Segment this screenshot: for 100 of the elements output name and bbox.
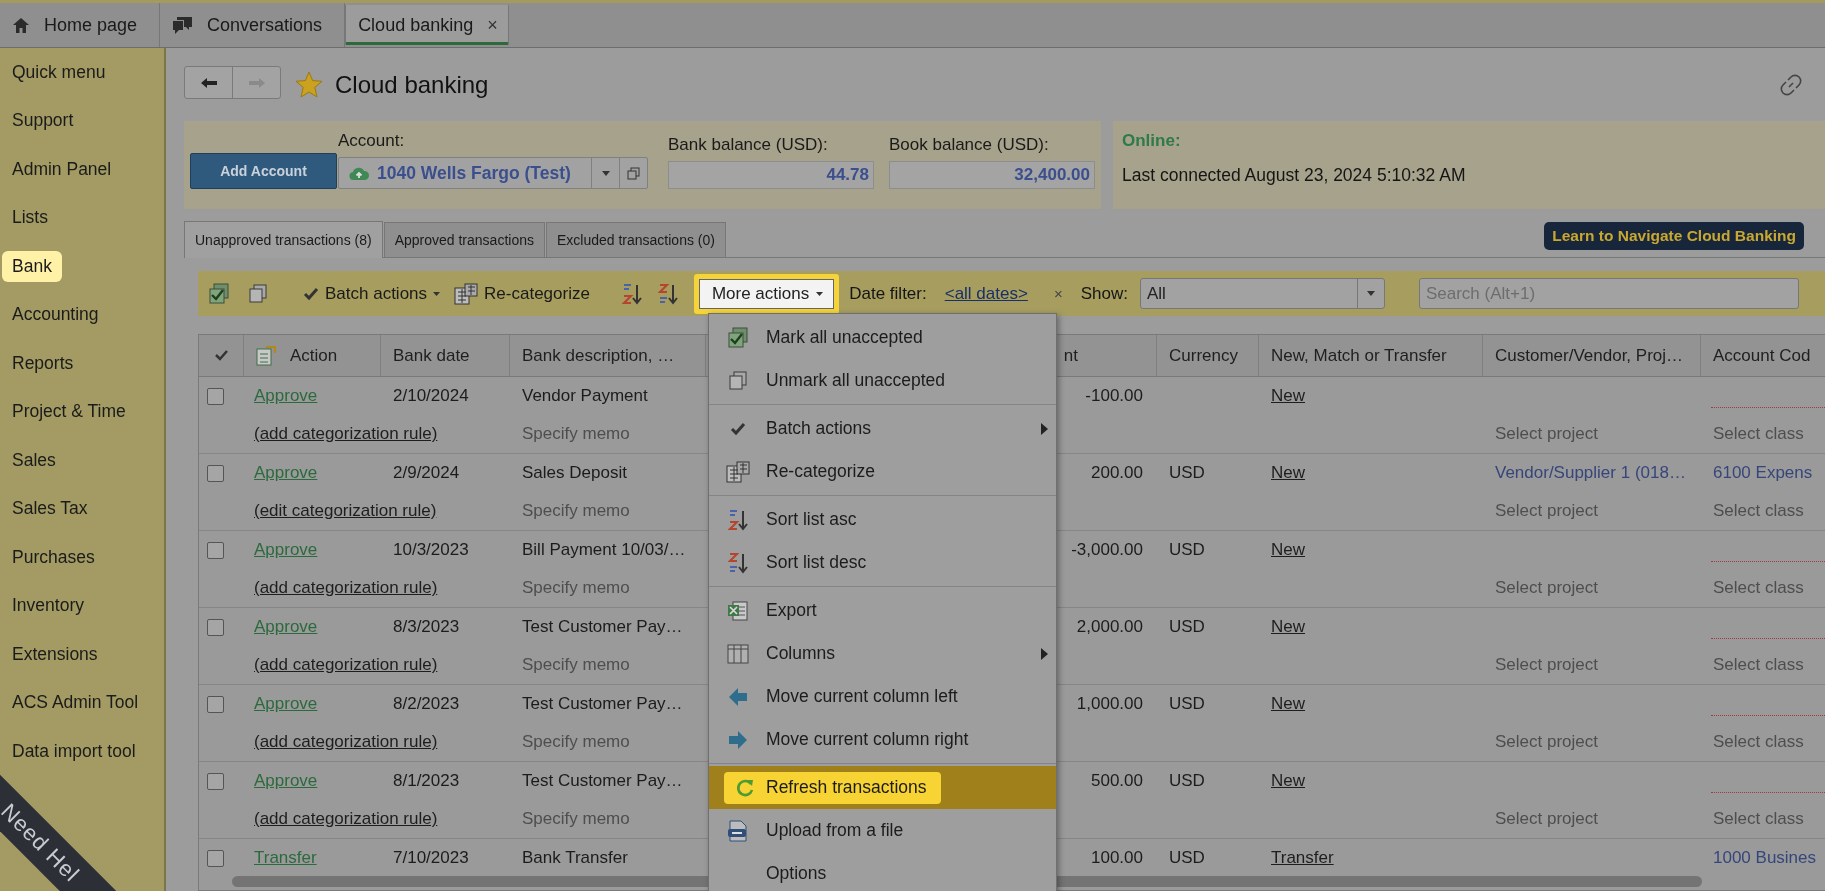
categorization-rule-link[interactable]: (add categorization rule) <box>254 809 438 829</box>
column-header[interactable]: Bank description, … <box>510 335 706 376</box>
class-field[interactable]: Select class <box>1713 732 1804 752</box>
row-checkbox[interactable] <box>207 772 224 790</box>
menu-item[interactable]: Export <box>709 589 1056 632</box>
memo-field[interactable]: Specify memo <box>522 732 630 752</box>
view-tab[interactable]: Unapproved transactions (8) <box>184 221 383 258</box>
class-field[interactable]: Select class <box>1713 655 1804 675</box>
match-link[interactable]: New <box>1271 617 1305 637</box>
sidebar-item[interactable]: Accounting <box>2 299 109 331</box>
menu-item[interactable]: Sort list asc <box>709 498 1056 541</box>
menu-item[interactable]: Upload from a file <box>709 809 1056 852</box>
menu-item[interactable]: Refresh transactions <box>709 766 1056 809</box>
memo-field[interactable]: Specify memo <box>522 655 630 675</box>
date-filter-link[interactable]: <all dates> <box>944 283 1028 304</box>
menu-item[interactable]: Columns <box>709 632 1056 675</box>
column-header[interactable]: Action <box>244 335 381 376</box>
sidebar-item[interactable]: Bank <box>2 250 62 282</box>
row-checkbox[interactable] <box>207 695 224 713</box>
class-field[interactable]: Select class <box>1713 809 1804 829</box>
menu-item[interactable]: Unmark all unaccepted <box>709 359 1056 402</box>
view-tab[interactable]: Approved transactions <box>383 222 545 257</box>
more-actions-button[interactable]: More actions <box>698 278 835 309</box>
match-link[interactable]: New <box>1271 771 1305 791</box>
column-header[interactable]: Bank date <box>381 335 510 376</box>
close-icon[interactable]: × <box>487 14 498 36</box>
sidebar-item[interactable]: Inventory <box>2 590 94 622</box>
project-field[interactable]: Select project <box>1495 501 1598 521</box>
sort-descending-button[interactable] <box>657 282 678 305</box>
add-account-button[interactable]: Add Account <box>190 153 337 189</box>
memo-field[interactable]: Specify memo <box>522 578 630 598</box>
menu-item[interactable]: Mark all unaccepted <box>709 316 1056 359</box>
match-link[interactable]: New <box>1271 540 1305 560</box>
match-link[interactable]: Transfer <box>1271 848 1334 868</box>
view-tab[interactable]: Excluded transactions (0) <box>545 222 726 257</box>
categorization-rule-link[interactable]: (add categorization rule) <box>254 732 438 752</box>
sidebar-item[interactable]: Support <box>2 105 84 137</box>
account-select[interactable]: 1040 Wells Fargo (Test) <box>338 157 648 189</box>
learn-button[interactable]: Learn to Navigate Cloud Banking <box>1544 222 1804 250</box>
class-field[interactable]: Select class <box>1713 424 1804 444</box>
column-header[interactable]: Customer/Vendor, Proj… <box>1483 335 1701 376</box>
column-header[interactable]: Currency <box>1157 335 1259 376</box>
categorization-rule-link[interactable]: (add categorization rule) <box>254 578 438 598</box>
sidebar-item[interactable]: Sales <box>2 444 66 476</box>
row-checkbox[interactable] <box>207 541 224 559</box>
row-checkbox[interactable] <box>207 387 224 405</box>
tab[interactable]: Cloud banking × <box>345 5 509 45</box>
project-field[interactable]: Select project <box>1495 809 1598 829</box>
sidebar-item[interactable]: Project & Time <box>2 396 136 428</box>
menu-item[interactable]: Sort list desc <box>709 541 1056 584</box>
project-field[interactable]: Select project <box>1495 424 1598 444</box>
unmark-all-button[interactable] <box>248 283 268 304</box>
match-link[interactable]: New <box>1271 694 1305 714</box>
tab[interactable]: Home page <box>0 3 161 47</box>
categorization-rule-link[interactable]: (add categorization rule) <box>254 424 438 444</box>
show-select[interactable]: All <box>1139 278 1385 309</box>
menu-item[interactable]: Move current column right <box>709 718 1056 761</box>
description-cell: Bill Payment 10/03/… <box>522 540 686 560</box>
menu-item[interactable]: Move current column left <box>709 675 1056 718</box>
sidebar-item[interactable]: Data import tool <box>2 735 146 767</box>
sidebar-item[interactable]: Admin Panel <box>2 153 122 185</box>
categorization-rule-link[interactable]: (add categorization rule) <box>254 655 438 675</box>
sidebar-item[interactable]: Reports <box>2 347 84 379</box>
sidebar-item[interactable]: Sales Tax <box>2 493 98 525</box>
column-header[interactable]: New, Match or Transfer <box>1259 335 1483 376</box>
memo-field[interactable]: Specify memo <box>522 809 630 829</box>
project-field[interactable]: Select project <box>1495 655 1598 675</box>
date-cell: 8/1/2023 <box>393 771 460 791</box>
star-icon[interactable] <box>295 71 323 98</box>
link-icon[interactable] <box>1779 72 1803 97</box>
project-field[interactable]: Select project <box>1495 732 1598 752</box>
customer-field[interactable]: Vendor/Supplier 1 (018… <box>1495 463 1686 483</box>
menu-item[interactable]: Re-categorize <box>709 450 1056 493</box>
match-link[interactable]: New <box>1271 463 1305 483</box>
class-field[interactable]: Select class <box>1713 501 1804 521</box>
row-checkbox[interactable] <box>207 849 224 867</box>
column-header[interactable]: Account Cod <box>1701 335 1825 376</box>
menu-item[interactable]: Batch actions <box>709 407 1056 450</box>
sidebar-item[interactable]: Purchases <box>2 541 105 573</box>
batch-actions-button[interactable]: Batch actions <box>303 283 441 304</box>
account-field[interactable]: 6100 Expens <box>1713 463 1813 483</box>
description-cell: Sales Deposit <box>522 463 627 483</box>
sort-ascending-button[interactable] <box>621 282 642 305</box>
memo-field[interactable]: Specify memo <box>522 501 630 521</box>
categorization-rule-link[interactable]: (edit categorization rule) <box>254 501 437 521</box>
row-checkbox[interactable] <box>207 618 224 636</box>
sidebar-item[interactable]: ACS Admin Tool <box>2 687 149 719</box>
class-field[interactable]: Select class <box>1713 578 1804 598</box>
match-link[interactable]: New <box>1271 386 1305 406</box>
project-field[interactable]: Select project <box>1495 578 1598 598</box>
menu-item[interactable]: Options <box>709 852 1056 891</box>
row-checkbox[interactable] <box>207 464 224 482</box>
account-field[interactable]: 1000 Busines <box>1713 848 1817 868</box>
sidebar-item[interactable]: Quick menu <box>2 56 116 88</box>
mark-all-button[interactable] <box>208 282 230 305</box>
memo-field[interactable]: Specify memo <box>522 424 630 444</box>
sidebar-item[interactable]: Lists <box>2 202 58 234</box>
sidebar-item[interactable]: Extensions <box>2 638 108 670</box>
recategorize-button[interactable]: Re-categorize <box>454 282 590 305</box>
clear-filter-button[interactable]: × <box>1053 285 1063 302</box>
